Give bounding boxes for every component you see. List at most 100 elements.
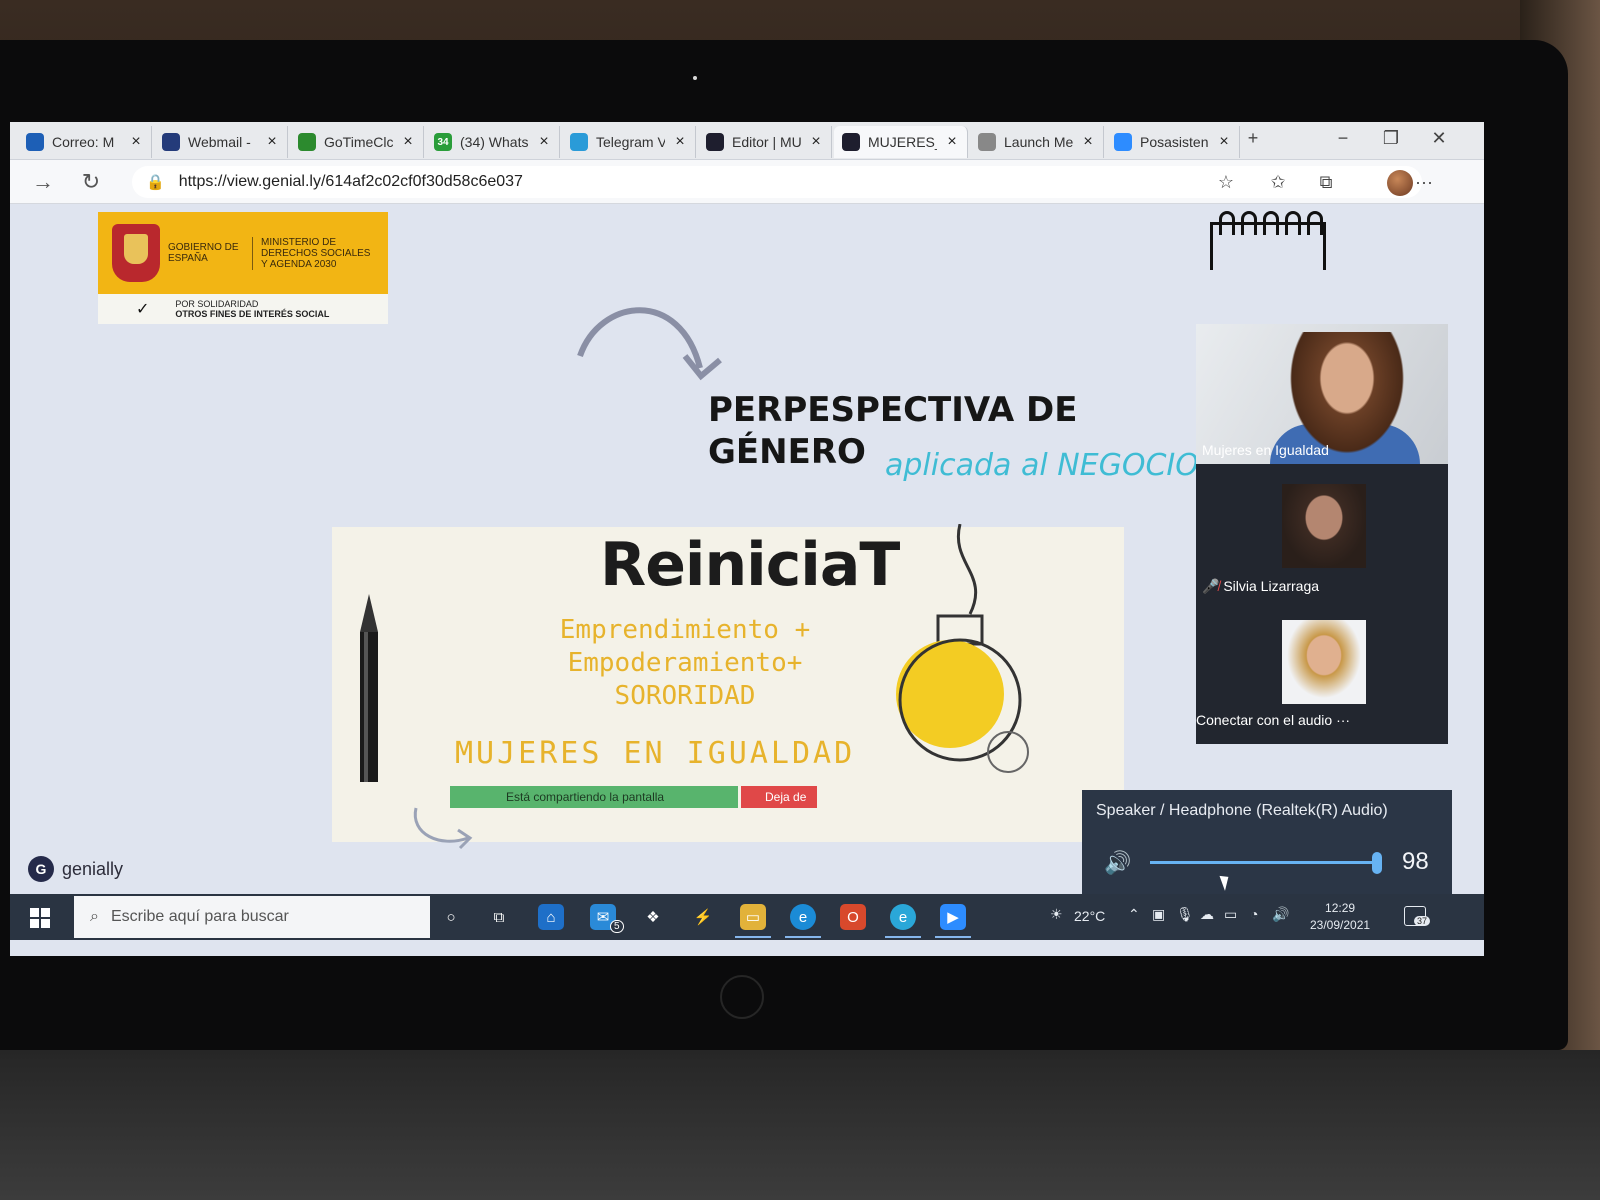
weather-temp: 22°C xyxy=(1074,908,1106,924)
battery-icon[interactable]: ▭ xyxy=(1224,906,1237,923)
tab-strip: + − ❐ ✕ Correo: M × Webmail - × GoTimeClc × 34… xyxy=(10,122,1484,160)
government-logo: GOBIERNO DE ESPAÑA MINISTERIO DE DERECHO… xyxy=(98,212,388,324)
taskbar: ⌕ Escribe aquí para buscar ○ ⧉ ⌂ ✉ 5 ❖ ⚡… xyxy=(10,894,1484,940)
tab-label: MUJERES_ xyxy=(868,134,937,150)
collections-icon[interactable]: ⧉ xyxy=(1312,172,1340,193)
close-window-button[interactable]: ✕ xyxy=(1424,128,1454,149)
lock-icon: 🔒 xyxy=(146,174,165,191)
onedrive-icon[interactable]: ☁ xyxy=(1200,906,1214,923)
close-tab-icon[interactable]: × xyxy=(129,133,143,151)
participant-video-3[interactable] xyxy=(1282,620,1366,704)
volume-thumb[interactable] xyxy=(1372,852,1382,874)
windows-start-button[interactable] xyxy=(30,908,50,928)
favorites-icon[interactable]: ✩ xyxy=(1264,172,1292,193)
tagline-1: Emprendimiento + xyxy=(559,615,811,645)
genially-icon xyxy=(706,133,724,151)
store-icon[interactable]: ⌂ xyxy=(538,904,564,930)
cloud-icon xyxy=(162,133,180,151)
small-arrow-icon xyxy=(413,807,473,850)
close-tab-icon[interactable]: × xyxy=(1217,133,1231,151)
wifi-icon[interactable]: ◔ xyxy=(1250,906,1258,922)
solidaridad-label: POR SOLIDARIDAD xyxy=(175,299,259,309)
fines-label: OTROS FINES DE INTERÉS SOCIAL xyxy=(175,309,330,319)
close-tab-icon[interactable]: × xyxy=(401,133,415,151)
tab-0[interactable]: Correo: M × xyxy=(18,126,152,158)
gobierno-label: GOBIERNO DE ESPAÑA xyxy=(168,242,239,264)
clock[interactable]: 12:29 23/09/2021 xyxy=(1310,900,1370,934)
tab-4[interactable]: Telegram V × xyxy=(562,126,696,158)
participant-name-2-row: 🎤̸ Silvia Lizarraga xyxy=(1202,578,1319,595)
participant-video-2[interactable] xyxy=(1282,484,1366,568)
restore-button[interactable]: ❐ xyxy=(1376,128,1406,149)
close-tab-icon[interactable]: × xyxy=(537,133,551,151)
microphone-icon[interactable]: 🎙 xyxy=(1176,906,1194,923)
tab-7[interactable]: Launch Me × xyxy=(970,126,1104,158)
edge-beta-icon[interactable]: e xyxy=(890,904,916,930)
participant-name-2: Silvia Lizarraga xyxy=(1223,578,1320,594)
new-tab-button[interactable]: + xyxy=(1238,128,1268,149)
edge-icon[interactable]: e xyxy=(790,904,816,930)
tab-label: Webmail - xyxy=(188,134,251,150)
tab-label: Launch Me xyxy=(1004,134,1073,150)
weather-icon[interactable]: ☀ xyxy=(1050,906,1063,923)
tab-label: GoTimeClc xyxy=(324,134,393,150)
forward-button[interactable]: → xyxy=(28,168,58,196)
search-placeholder: Escribe aquí para buscar xyxy=(110,908,289,925)
tab-6[interactable]: MUJERES_ × xyxy=(834,126,968,158)
close-tab-icon[interactable]: × xyxy=(1081,133,1095,151)
laptop-base xyxy=(0,1050,1600,1200)
tab-1[interactable]: Webmail - × xyxy=(154,126,288,158)
minimize-button[interactable]: − xyxy=(1328,128,1358,149)
tagline-4: MUJERES EN IGUALDAD xyxy=(455,736,856,771)
volume-flyout: Speaker / Headphone (Realtek(R) Audio) 🔊… xyxy=(1082,790,1452,900)
add-favorite-icon[interactable]: ☆ xyxy=(1212,172,1240,193)
tab-2[interactable]: GoTimeClc × xyxy=(290,126,424,158)
stop-sharing-button[interactable]: Deja de xyxy=(741,786,817,808)
screen: + − ❐ ✕ Correo: M × Webmail - × GoTimeClc × 34… xyxy=(10,122,1484,956)
tab-3[interactable]: 34 (34) Whats × xyxy=(426,126,560,158)
dropbox-icon[interactable]: ❖ xyxy=(640,904,666,930)
connect-audio-label[interactable]: Conectar con el audio ··· xyxy=(1196,712,1350,728)
volume-slider[interactable] xyxy=(1150,852,1382,874)
audio-device-label[interactable]: Speaker / Headphone (Realtek(R) Audio) xyxy=(1096,802,1388,820)
tab-label: Telegram V xyxy=(596,134,665,150)
sharing-label: Está compartiendo la pantalla xyxy=(506,790,665,804)
outlook-icon xyxy=(26,133,44,151)
tab-5[interactable]: Editor | MU × xyxy=(698,126,832,158)
stop-sharing-label: Deja de xyxy=(765,790,807,804)
tab-label: Posasisten xyxy=(1140,134,1209,150)
close-tab-icon[interactable]: × xyxy=(809,133,823,151)
close-tab-icon[interactable]: × xyxy=(265,133,279,151)
title-line-1: PERPESPECTIVA DE xyxy=(708,390,1078,430)
clock-time: 12:29 xyxy=(1325,901,1356,915)
lightning-app-icon[interactable]: ⚡ xyxy=(690,904,716,930)
mail-badge: 5 xyxy=(610,920,624,933)
url-text: https://view.genial.ly/614af2c02cf0f30d5… xyxy=(178,173,523,190)
tab-label: Correo: M xyxy=(52,134,115,150)
genially-branding[interactable]: G genially xyxy=(28,856,123,882)
zoom-icon[interactable]: ▶ xyxy=(940,904,966,930)
more-options-icon[interactable]: ··· xyxy=(1410,172,1438,193)
office-icon[interactable]: O xyxy=(840,904,866,930)
refresh-button[interactable]: ↻ xyxy=(76,168,106,196)
cortana-icon[interactable]: ○ xyxy=(438,904,464,930)
chevron-up-icon[interactable]: ⌃ xyxy=(1128,906,1140,923)
task-view-icon[interactable]: ⧉ xyxy=(486,904,512,930)
slide-subtitle: aplicada al NEGOCIO xyxy=(885,448,1199,483)
tab-8[interactable]: Posasisten × xyxy=(1106,126,1240,158)
telegram-icon xyxy=(570,133,588,151)
taskbar-search[interactable]: ⌕ Escribe aquí para buscar xyxy=(74,896,430,938)
zoom-icon xyxy=(1114,133,1132,151)
genially-label: genially xyxy=(62,858,124,879)
notification-count: 37 xyxy=(1414,916,1431,926)
tab-label: (34) Whats xyxy=(460,134,529,150)
close-tab-icon[interactable]: × xyxy=(945,133,959,151)
meet-now-icon[interactable]: ▣ xyxy=(1152,906,1165,923)
tagline-block: Emprendimiento + Empoderamiento+ SORORID… xyxy=(540,614,830,713)
volume-tray-icon[interactable]: 🔊 xyxy=(1272,906,1289,923)
ministerio-label: MINISTERIO DE DERECHOS SOCIALES Y AGENDA… xyxy=(252,236,372,270)
speaker-icon[interactable]: 🔊 xyxy=(1104,850,1131,876)
screen-share-banner: Está compartiendo la pantalla xyxy=(450,786,738,808)
close-tab-icon[interactable]: × xyxy=(673,133,687,151)
file-explorer-icon[interactable]: ▭ xyxy=(740,904,766,930)
